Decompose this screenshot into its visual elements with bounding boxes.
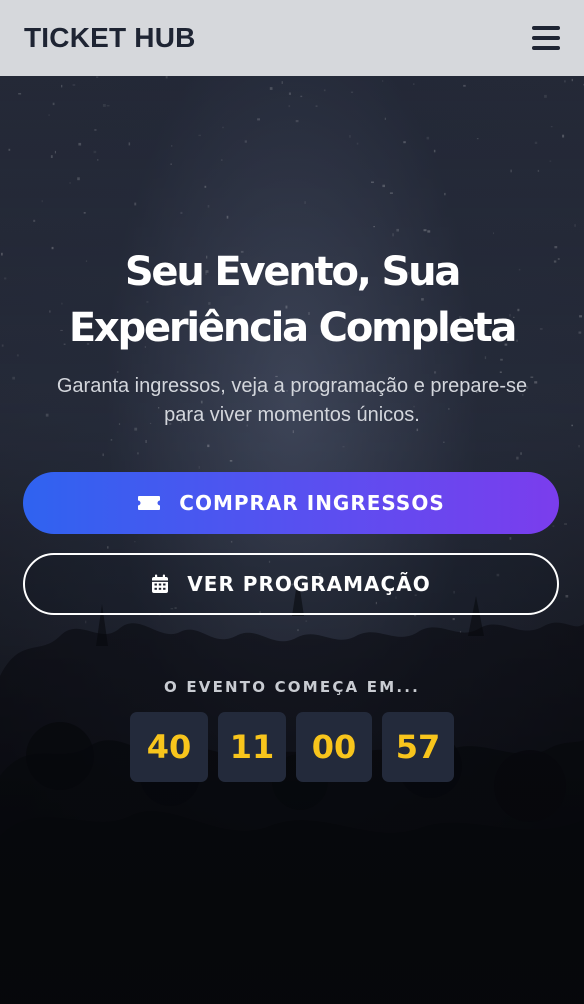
brand-logo[interactable]: TICKET HUB <box>24 22 196 54</box>
hero-section: Seu Evento, Sua Experiência Completa Gar… <box>0 76 584 1004</box>
countdown-label: O EVENTO COMEÇA EM... <box>163 678 421 696</box>
hero-subtitle-line-2: para viver momentos únicos. <box>164 404 420 426</box>
hero-title-line-1: Seu Evento, Sua <box>124 249 462 295</box>
hero-title-line-2: Experiência Completa <box>68 305 518 351</box>
menu-bar <box>532 26 560 30</box>
view-schedule-label: VER PROGRAMAÇÃO <box>187 572 431 596</box>
hamburger-menu-icon[interactable] <box>532 26 560 50</box>
countdown-box: 00 <box>296 712 372 782</box>
view-schedule-button[interactable]: VER PROGRAMAÇÃO <box>23 553 559 615</box>
calendar-icon <box>151 574 169 594</box>
countdown-box: 11 <box>218 712 286 782</box>
ticket-icon <box>137 495 161 511</box>
menu-bar <box>532 46 560 50</box>
hero-content: Seu Evento, Sua Experiência Completa Gar… <box>0 76 584 1004</box>
top-navbar: TICKET HUB <box>0 0 584 76</box>
hero-title: Seu Evento, Sua Experiência Completa <box>24 244 560 356</box>
hero-subtitle: Garanta ingressos, veja a programação e … <box>30 372 554 430</box>
buy-tickets-label: COMPRAR INGRESSOS <box>179 491 445 515</box>
buy-tickets-button[interactable]: COMPRAR INGRESSOS <box>23 472 559 534</box>
menu-bar <box>532 36 560 40</box>
countdown-box: 57 <box>382 712 454 782</box>
hero-subtitle-line-1: Garanta ingressos, veja a programação e … <box>56 375 528 397</box>
countdown-box: 40 <box>130 712 208 782</box>
countdown-timer: 40 11 00 57 <box>0 712 584 782</box>
